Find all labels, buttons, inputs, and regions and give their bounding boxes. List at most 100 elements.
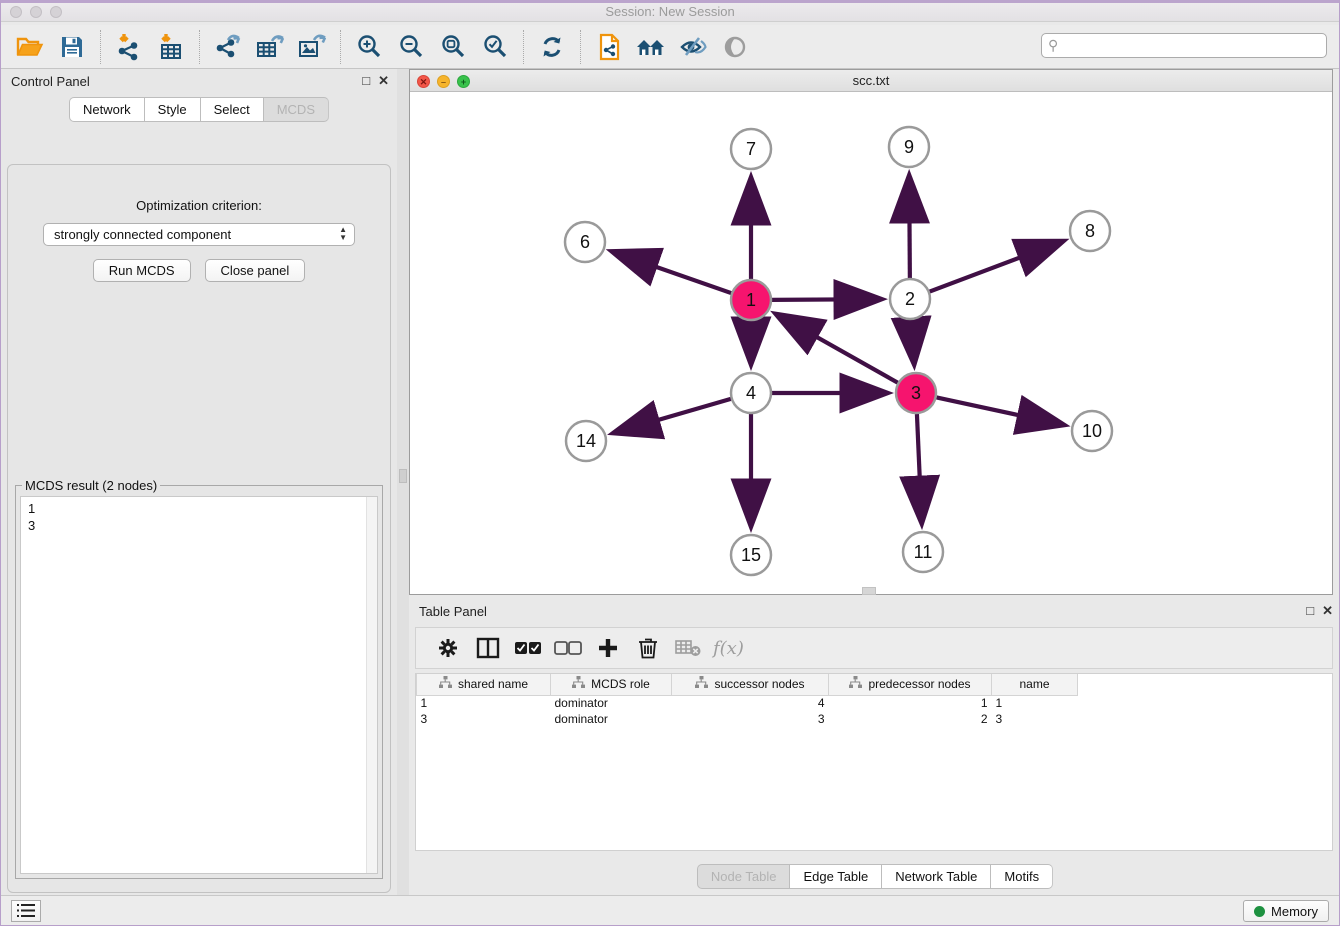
table-row[interactable]: 3dominator323 bbox=[417, 711, 1078, 727]
table-panel-title: Table Panel bbox=[419, 604, 487, 619]
export-image-icon[interactable] bbox=[291, 27, 333, 67]
cell-predecessor-nodes[interactable]: 1 bbox=[829, 695, 992, 711]
cell-successor-nodes[interactable]: 4 bbox=[672, 695, 829, 711]
edge-3-11[interactable] bbox=[917, 414, 922, 521]
graph-node-15[interactable]: 15 bbox=[731, 535, 771, 575]
application-window: Session: New Session ⚲ Control Panel □ ✕… bbox=[0, 0, 1340, 926]
edge-2-8[interactable] bbox=[930, 242, 1061, 292]
graph-node-9[interactable]: 9 bbox=[889, 127, 929, 167]
graph-node-1[interactable]: 1 bbox=[731, 280, 771, 320]
control-panel: Control Panel □ ✕ NetworkStyleSelectMCDS… bbox=[1, 69, 397, 899]
table-row[interactable]: 1dominator411 bbox=[417, 695, 1078, 711]
tab-style[interactable]: Style bbox=[144, 97, 200, 122]
column-header-predecessor-nodes[interactable]: predecessor nodes bbox=[829, 674, 992, 695]
tab-network-table[interactable]: Network Table bbox=[881, 864, 990, 889]
edge-3-1[interactable] bbox=[778, 315, 898, 382]
import-table-icon[interactable] bbox=[150, 27, 192, 67]
import-network-icon[interactable] bbox=[108, 27, 150, 67]
column-header-successor-nodes[interactable]: successor nodes bbox=[672, 674, 829, 695]
criterion-select[interactable]: strongly connected component ▲▼ bbox=[43, 223, 355, 246]
new-network-from-selection-icon[interactable] bbox=[588, 27, 630, 67]
column-header-shared-name[interactable]: shared name bbox=[417, 674, 551, 695]
graph-node-14[interactable]: 14 bbox=[566, 421, 606, 461]
network-graph[interactable]: 7 9 6 8 1 2 4 3 14 10 15 11 bbox=[410, 92, 1332, 594]
search-input[interactable] bbox=[1062, 36, 1326, 56]
tab-mcds[interactable]: MCDS bbox=[263, 97, 329, 122]
mcds-result-groupbox: MCDS result (2 nodes) 13 bbox=[15, 485, 383, 879]
cell-shared-name[interactable]: 1 bbox=[417, 695, 551, 711]
float-panel-icon[interactable]: □ bbox=[362, 73, 370, 89]
column-label: MCDS role bbox=[591, 677, 650, 691]
graph-node-8[interactable]: 8 bbox=[1070, 211, 1110, 251]
hide-selected-icon[interactable] bbox=[672, 27, 714, 67]
refresh-layout-icon[interactable] bbox=[531, 27, 573, 67]
export-network-icon[interactable] bbox=[207, 27, 249, 67]
float-table-panel-icon[interactable]: □ bbox=[1306, 603, 1314, 619]
graph-node-10[interactable]: 10 bbox=[1072, 411, 1112, 451]
open-file-icon[interactable] bbox=[9, 27, 51, 67]
delete-table-icon bbox=[670, 630, 706, 666]
close-panel-button[interactable]: Close panel bbox=[205, 259, 306, 282]
memory-button[interactable]: Memory bbox=[1243, 900, 1329, 922]
close-table-panel-icon[interactable]: ✕ bbox=[1322, 603, 1333, 619]
mcds-result-list[interactable]: 13 bbox=[20, 496, 378, 874]
table-settings-icon[interactable] bbox=[430, 630, 466, 666]
edge-2-9[interactable] bbox=[909, 178, 910, 278]
column-header-name[interactable]: name bbox=[992, 674, 1078, 695]
node-table[interactable]: shared name MCDS role successor nodes prede… bbox=[416, 674, 1078, 727]
result-scrollbar[interactable] bbox=[366, 497, 377, 873]
show-all-icon[interactable] bbox=[714, 27, 756, 67]
zoom-fit-icon[interactable] bbox=[432, 27, 474, 67]
graph-node-7[interactable]: 7 bbox=[731, 129, 771, 169]
cell-name[interactable]: 1 bbox=[992, 695, 1078, 711]
cell-predecessor-nodes[interactable]: 2 bbox=[829, 711, 992, 727]
column-label: shared name bbox=[458, 677, 528, 691]
zoom-in-icon[interactable] bbox=[348, 27, 390, 67]
tab-edge-table[interactable]: Edge Table bbox=[789, 864, 881, 889]
delete-column-icon[interactable] bbox=[630, 630, 666, 666]
horizontal-splitter-grip[interactable] bbox=[862, 587, 876, 595]
edge-1-6[interactable] bbox=[614, 252, 731, 293]
close-panel-icon[interactable]: ✕ bbox=[378, 73, 389, 89]
svg-text:10: 10 bbox=[1082, 421, 1102, 441]
vertical-splitter[interactable] bbox=[397, 69, 409, 899]
add-column-icon[interactable] bbox=[590, 630, 626, 666]
edge-3-10[interactable] bbox=[937, 397, 1062, 424]
zoom-out-icon[interactable] bbox=[390, 27, 432, 67]
split-columns-icon[interactable] bbox=[470, 630, 506, 666]
cell-successor-nodes[interactable]: 3 bbox=[672, 711, 829, 727]
network-view-titlebar[interactable]: ✕ – + scc.txt bbox=[410, 70, 1332, 92]
edge-4-14[interactable] bbox=[616, 399, 731, 432]
export-table-icon[interactable] bbox=[249, 27, 291, 67]
zoom-selected-icon[interactable] bbox=[474, 27, 516, 67]
network-canvas[interactable]: 7 9 6 8 1 2 4 3 14 10 15 11 bbox=[410, 92, 1332, 594]
tab-node-table[interactable]: Node Table bbox=[697, 864, 790, 889]
tab-motifs[interactable]: Motifs bbox=[990, 864, 1053, 889]
save-session-icon[interactable] bbox=[51, 27, 93, 67]
task-history-button[interactable] bbox=[11, 900, 41, 922]
graph-node-6[interactable]: 6 bbox=[565, 222, 605, 262]
edge-1-2[interactable] bbox=[772, 299, 879, 300]
column-header-MCDS-role[interactable]: MCDS role bbox=[551, 674, 672, 695]
cell-MCDS-role[interactable]: dominator bbox=[551, 711, 672, 727]
tab-select[interactable]: Select bbox=[200, 97, 263, 122]
run-mcds-button[interactable]: Run MCDS bbox=[93, 259, 191, 282]
cell-shared-name[interactable]: 3 bbox=[417, 711, 551, 727]
graph-node-2[interactable]: 2 bbox=[890, 279, 930, 319]
graph-node-11[interactable]: 11 bbox=[903, 532, 943, 572]
edge-2-3[interactable] bbox=[911, 320, 914, 362]
deselect-all-columns-icon[interactable] bbox=[550, 630, 586, 666]
column-label: predecessor nodes bbox=[868, 677, 970, 691]
first-neighbors-icon[interactable] bbox=[630, 27, 672, 67]
window-title: Session: New Session bbox=[1, 4, 1339, 19]
search-field[interactable]: ⚲ bbox=[1041, 33, 1327, 58]
tab-network[interactable]: Network bbox=[69, 97, 144, 122]
cell-name[interactable]: 3 bbox=[992, 711, 1078, 727]
graph-node-3[interactable]: 3 bbox=[896, 373, 936, 413]
vertical-splitter-grip[interactable] bbox=[399, 469, 407, 483]
select-all-columns-icon[interactable] bbox=[510, 630, 546, 666]
node-table-container[interactable]: shared name MCDS role successor nodes prede… bbox=[415, 673, 1333, 851]
cell-MCDS-role[interactable]: dominator bbox=[551, 695, 672, 711]
graph-node-4[interactable]: 4 bbox=[731, 373, 771, 413]
mcds-result-title: MCDS result (2 nodes) bbox=[22, 478, 160, 493]
